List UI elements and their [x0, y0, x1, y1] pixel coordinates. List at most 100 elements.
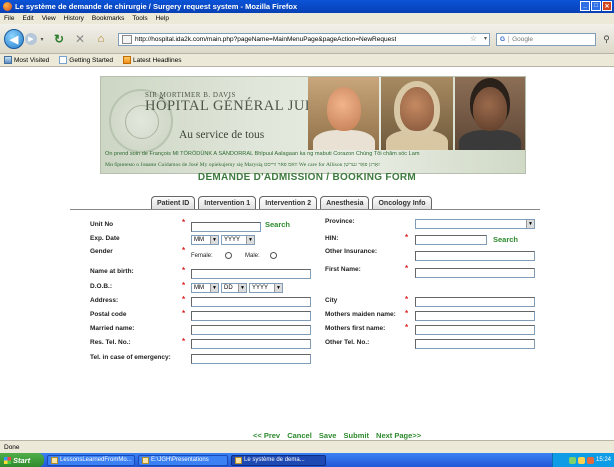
tray-network-icon[interactable]	[568, 456, 576, 464]
name-at-birth-input[interactable]	[191, 269, 311, 279]
gender-label: Gender	[90, 248, 113, 255]
arrow-right-icon: ▶	[28, 36, 34, 43]
res-tel-input[interactable]	[191, 339, 311, 349]
minimize-button[interactable]: _	[580, 1, 590, 11]
hin-search-link[interactable]: Search	[493, 235, 518, 244]
start-button[interactable]: Start	[0, 453, 44, 467]
dob-year-select[interactable]: YYYY ▼	[249, 283, 283, 293]
tray-security-icon[interactable]	[577, 456, 585, 464]
status-bar: Done	[0, 440, 614, 453]
married-name-label: Married name:	[90, 325, 135, 332]
taskbar-item-word[interactable]: LessonsLearnedFromMo...	[47, 454, 135, 466]
first-name-input[interactable]	[415, 268, 535, 278]
home-button[interactable]: ⌂	[94, 32, 108, 46]
emergency-tel-input[interactable]	[191, 354, 311, 364]
exp-month-select[interactable]: MM ▼	[191, 235, 219, 245]
chevron-down-icon: ▼	[210, 236, 218, 244]
tray-volume-icon[interactable]	[586, 456, 594, 464]
res-tel-label: Res. Tel. No.:	[90, 339, 131, 346]
menu-bookmarks[interactable]: Bookmarks	[92, 15, 125, 22]
other-tel-input[interactable]	[415, 339, 535, 349]
unit-no-input[interactable]	[191, 222, 261, 232]
clock[interactable]: 15:24	[596, 457, 611, 463]
back-button[interactable]: ◀	[4, 29, 24, 49]
bookmark-latest-headlines[interactable]: Latest Headlines	[123, 56, 181, 64]
mothers-first-name-input[interactable]	[415, 325, 535, 335]
mothers-maiden-name-input[interactable]	[415, 311, 535, 321]
tab-patient-id[interactable]: Patient ID	[151, 196, 196, 209]
female-label: Female:	[191, 253, 213, 259]
windows-logo-icon	[4, 456, 11, 464]
tab-oncology-info[interactable]: Oncology Info	[372, 196, 432, 209]
form-tabs: Patient ID Intervention 1 Intervention 2…	[151, 196, 435, 209]
next-page-link[interactable]: Next Page>>	[376, 431, 421, 440]
dob-day-select[interactable]: DD ▼	[221, 283, 247, 293]
url-dropdown-icon[interactable]: ▾	[484, 35, 487, 42]
search-go-button[interactable]: ⚲	[601, 33, 612, 46]
female-radio[interactable]	[225, 252, 232, 259]
city-input[interactable]	[415, 297, 535, 307]
tab-intervention-1[interactable]: Intervention 1	[198, 196, 257, 209]
emergency-tel-label: Tel. in case of emergency:	[90, 354, 171, 361]
firefox-icon	[235, 456, 242, 464]
cancel-link[interactable]: Cancel	[287, 431, 312, 440]
menu-help[interactable]: Help	[156, 15, 169, 22]
province-select[interactable]: ▼	[415, 219, 535, 229]
window-titlebar: Le système de demande de chirurgie / Sur…	[0, 0, 614, 13]
postal-code-input[interactable]	[191, 311, 311, 321]
required-marker: *	[405, 233, 409, 242]
search-engine-icon[interactable]: G	[497, 36, 510, 43]
reload-button[interactable]: ↻	[52, 32, 66, 46]
task-label: E:\JGH\Presentations	[151, 457, 209, 463]
page-favicon-icon	[122, 35, 132, 44]
hin-input[interactable]	[415, 235, 487, 245]
bookmark-getting-started[interactable]: Getting Started	[59, 56, 113, 64]
magnifier-icon: ⚲	[603, 34, 610, 44]
tab-anesthesia[interactable]: Anesthesia	[320, 196, 370, 209]
url-text[interactable]: http://hospital.ida2k.com/main.php?pageN…	[135, 36, 396, 43]
required-marker: *	[182, 218, 186, 227]
forward-button[interactable]: ▶	[25, 33, 37, 45]
search-input[interactable]	[512, 36, 583, 43]
exp-year-select[interactable]: YYYY ▼	[221, 235, 255, 245]
banner-hospital-name: HÔPITAL GÉNÉRAL JUIF	[145, 98, 319, 114]
hospital-banner: SIR MORTIMER B. DAVIS HÔPITAL GÉNÉRAL JU…	[100, 76, 526, 174]
married-name-input[interactable]	[191, 325, 311, 335]
menu-file[interactable]: File	[4, 15, 14, 22]
save-link[interactable]: Save	[319, 431, 337, 440]
other-insurance-input[interactable]	[415, 251, 535, 261]
required-marker: *	[182, 246, 186, 255]
history-dropdown-button[interactable]: ▾	[38, 34, 46, 44]
male-radio[interactable]	[270, 252, 277, 259]
chevron-down-icon: ▼	[246, 236, 254, 244]
menu-tools[interactable]: Tools	[132, 15, 147, 22]
chevron-down-icon: ▾	[40, 36, 44, 43]
url-bar[interactable]: http://hospital.ida2k.com/main.php?pageN…	[118, 33, 490, 46]
taskbar-item-firefox[interactable]: Le système de dema...	[231, 454, 326, 466]
menu-edit[interactable]: Edit	[22, 15, 33, 22]
windows-taskbar: Start LessonsLearnedFromMo... E:\JGH\Pre…	[0, 453, 614, 467]
unit-search-link[interactable]: Search	[265, 220, 290, 229]
prev-link[interactable]: << Prev	[253, 431, 280, 440]
dob-month-select[interactable]: MM ▼	[191, 283, 219, 293]
photo-man	[308, 77, 380, 150]
address-input[interactable]	[191, 297, 311, 307]
form-title: DEMANDE D'ADMISSION / BOOKING FORM	[197, 172, 417, 183]
required-marker: *	[182, 266, 186, 275]
maximize-button[interactable]: □	[591, 1, 601, 11]
search-bar[interactable]: G	[496, 33, 596, 46]
taskbar-item-explorer[interactable]: E:\JGH\Presentations	[138, 454, 228, 466]
close-button[interactable]: ✕	[602, 1, 612, 11]
menu-view[interactable]: View	[42, 15, 56, 22]
mothers-maiden-name-label: Mothers maiden name:	[325, 311, 396, 318]
tab-intervention-2[interactable]: Intervention 2	[259, 196, 318, 209]
menu-history[interactable]: History	[64, 15, 84, 22]
bookmark-star-icon[interactable]: ☆	[470, 34, 477, 43]
most-visited-icon	[4, 56, 12, 64]
submit-link[interactable]: Submit	[344, 431, 369, 440]
name-at-birth-label: Name at birth:	[90, 268, 134, 275]
stop-button[interactable]: ✕	[73, 32, 87, 46]
bookmark-most-visited[interactable]: Most Visited	[4, 56, 49, 64]
reload-icon: ↻	[53, 32, 65, 46]
required-marker: *	[405, 309, 409, 318]
